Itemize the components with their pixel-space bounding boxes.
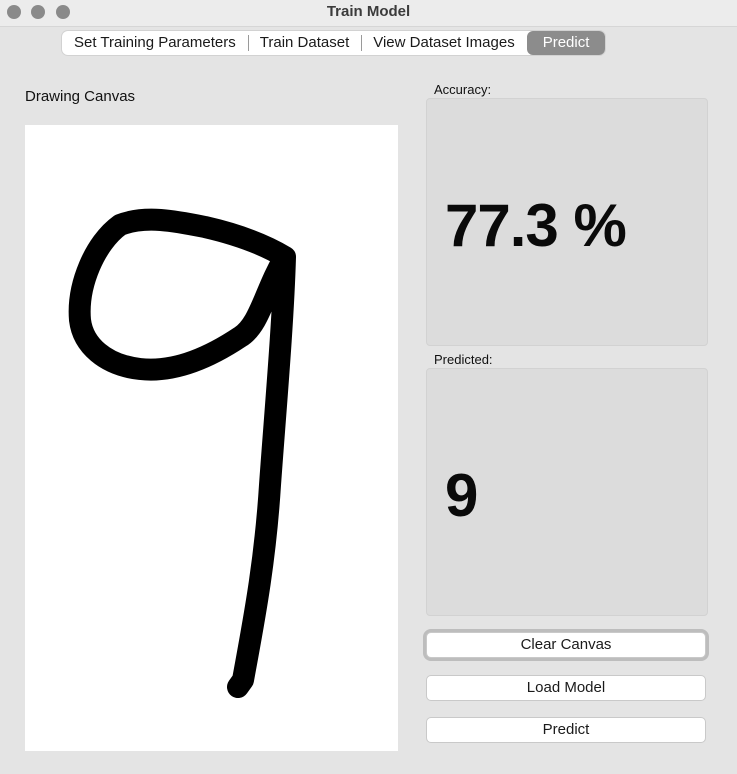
tab-bar: Set Training Parameters Train Dataset Vi… — [62, 31, 606, 55]
predict-button[interactable]: Predict — [426, 717, 706, 743]
predicted-value: 9 — [445, 462, 479, 529]
title-bar: Train Model — [0, 0, 737, 27]
window-title: Train Model — [326, 3, 411, 20]
drawing-canvas[interactable] — [25, 125, 398, 751]
predicted-panel: 9 — [426, 368, 708, 616]
load-model-button[interactable]: Load Model — [426, 675, 706, 701]
accuracy-value: 77.3 % — [445, 192, 627, 259]
accuracy-panel: 77.3 % — [426, 98, 708, 346]
tab-view-dataset-images[interactable]: View Dataset Images — [361, 31, 526, 55]
tab-predict[interactable]: Predict — [526, 31, 606, 55]
accuracy-label: Accuracy: — [434, 82, 492, 97]
predicted-label: Predicted: — [434, 352, 493, 367]
drawing-canvas-label: Drawing Canvas — [25, 88, 136, 105]
clear-canvas-button[interactable]: Clear Canvas — [426, 632, 706, 658]
tab-train-dataset[interactable]: Train Dataset — [247, 31, 361, 55]
handwritten-stroke — [68, 208, 296, 698]
tab-set-training-parameters[interactable]: Set Training Parameters — [62, 31, 248, 55]
